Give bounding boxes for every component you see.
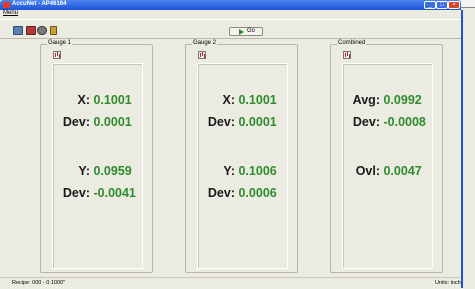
combined-avg-value: 0.0992	[383, 93, 422, 107]
window-border	[461, 10, 463, 288]
combined-ovl-label: Ovl:	[355, 164, 380, 178]
combined-avg-label: Avg:	[352, 93, 380, 107]
door-icon[interactable]	[50, 26, 57, 35]
gauge2-y-value: 0.1006	[238, 164, 277, 178]
gauge2-x-dev-row: Dev: 0.0001	[198, 115, 277, 129]
status-units: Units: inch	[435, 280, 461, 286]
report-icon[interactable]	[26, 26, 36, 35]
settings-icon[interactable]	[37, 26, 47, 35]
menu-bar: Menu	[0, 10, 461, 18]
close-icon: ×	[452, 2, 456, 8]
menu-item-menu[interactable]: Menu	[3, 10, 18, 16]
minimize-icon: _	[428, 2, 432, 8]
gauge2-x-label: X:	[222, 93, 236, 107]
combined-title: Combined	[337, 40, 367, 46]
close-button[interactable]: ×	[448, 1, 460, 9]
status-bar: Recipe: 000 - 0.1000" Units: inch	[0, 277, 461, 289]
gauge1-y-dev-label: Dev:	[62, 186, 90, 200]
combined-readout-panel: Avg: 0.0992 Dev: -0.0008 Ovl: 0.0047	[342, 63, 433, 269]
chart-icon[interactable]	[343, 51, 351, 59]
status-recipe: Recipe: 000 - 0.1000"	[12, 280, 66, 286]
combined-dev-row: Dev: -0.0008	[343, 115, 426, 129]
table-icon[interactable]	[13, 26, 23, 35]
combined-ovl-value: 0.0047	[383, 164, 422, 178]
gauge1-y-label: Y:	[78, 164, 90, 178]
gauge2-group: Gauge 2 X: 0.1001 Dev: 0.0001 Y: 0.1006 …	[185, 40, 298, 273]
combined-dev-label: Dev:	[352, 115, 380, 129]
gauge2-y-row: Y: 0.1006	[198, 164, 277, 178]
maximize-icon: □	[440, 2, 444, 8]
gauge2-y-dev-label: Dev:	[207, 186, 235, 200]
gauge2-readout-panel: X: 0.1001 Dev: 0.0001 Y: 0.1006 Dev: 0.0…	[197, 63, 288, 269]
combined-ovl-row: Ovl: 0.0047	[343, 164, 422, 178]
gauge1-y-dev-row: Dev: -0.0041	[53, 186, 136, 200]
gauge1-x-dev-row: Dev: 0.0001	[53, 115, 132, 129]
combined-group: Combined Avg: 0.0992 Dev: -0.0008 Ovl: 0…	[330, 40, 443, 273]
gauge2-x-dev-value: 0.0001	[238, 115, 277, 129]
app-icon	[3, 2, 10, 8]
gauge2-x-row: X: 0.1001	[198, 93, 277, 107]
gauge1-x-label: X:	[77, 93, 91, 107]
play-icon	[239, 29, 244, 35]
gauge1-x-dev-value: 0.0001	[93, 115, 132, 129]
gauge1-group: Gauge 1 X: 0.1001 Dev: 0.0001 Y: 0.0959 …	[40, 40, 153, 273]
title-bar[interactable]: AccuNet - AP46164 _ □ ×	[0, 0, 461, 10]
gauge2-x-dev-label: Dev:	[207, 115, 235, 129]
gauge2-x-value: 0.1001	[238, 93, 277, 107]
combined-dev-value: -0.0008	[383, 115, 426, 129]
go-button[interactable]: Go	[229, 27, 263, 36]
chart-icon[interactable]	[53, 51, 61, 59]
gauge2-y-dev-row: Dev: 0.0006	[198, 186, 277, 200]
gauge2-y-label: Y:	[223, 164, 235, 178]
gauge1-y-value: 0.0959	[93, 164, 132, 178]
gauge2-y-dev-value: 0.0006	[238, 186, 277, 200]
go-button-label: Go	[247, 28, 256, 34]
gauge1-x-value: 0.1001	[93, 93, 132, 107]
gauge2-title: Gauge 2	[192, 40, 218, 46]
chart-icon[interactable]	[198, 51, 206, 59]
gauge1-x-dev-label: Dev:	[62, 115, 90, 129]
gauge1-x-row: X: 0.1001	[53, 93, 132, 107]
gauge1-y-row: Y: 0.0959	[53, 164, 132, 178]
minimize-button[interactable]: _	[424, 1, 436, 9]
combined-avg-row: Avg: 0.0992	[343, 93, 422, 107]
gauge1-y-dev-value: -0.0041	[93, 186, 136, 200]
maximize-button[interactable]: □	[436, 1, 448, 9]
gauge1-title: Gauge 1	[47, 40, 73, 46]
gauge1-readout-panel: X: 0.1001 Dev: 0.0001 Y: 0.0959 Dev: -0.…	[52, 63, 143, 269]
window-title: AccuNet - AP46164	[12, 1, 67, 7]
